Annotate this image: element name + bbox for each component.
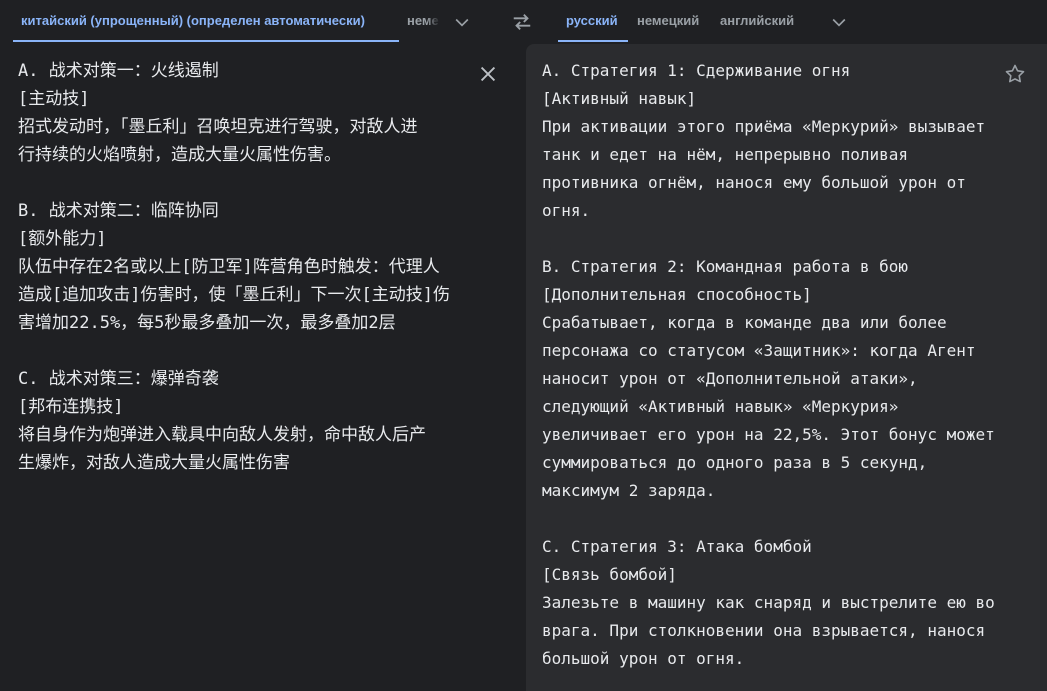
translation-panel: A. Стратегия 1: Сдерживание огня [Активн…	[526, 44, 1047, 691]
clear-source-close-icon[interactable]	[477, 63, 499, 85]
target-language-bar: русский немецкий английский	[558, 0, 1047, 44]
source-language-tab-german[interactable]: немецкий	[407, 0, 440, 42]
target-language-tab-english[interactable]: английский	[720, 0, 810, 42]
source-text-input[interactable]: A. 战术对策一：火线遏制 [主动技] 招式发动时，「墨丘利」召唤坦克进行驾驶，…	[18, 57, 450, 477]
translate-app: китайский (упрощенный) (определен автома…	[0, 0, 1047, 691]
source-language-dropdown-chevron-down-icon[interactable]	[452, 12, 472, 32]
target-language-tab-german[interactable]: немецкий	[637, 0, 712, 42]
swap-languages-icon[interactable]	[511, 11, 533, 33]
language-bar: китайский (упрощенный) (определен автома…	[0, 0, 1047, 44]
translation-output-text: A. Стратегия 1: Сдерживание огня [Активн…	[542, 61, 995, 668]
source-text-panel: A. 战术对策一：火线遏制 [主动技] 招式发动时，「墨丘利」召唤坦克进行驾驶，…	[0, 44, 510, 691]
target-language-tab-russian[interactable]: русский	[558, 0, 628, 42]
source-language-tab-detected[interactable]: китайский (упрощенный) (определен автома…	[13, 0, 399, 42]
target-language-dropdown-chevron-down-icon[interactable]	[829, 12, 849, 32]
source-language-bar: китайский (упрощенный) (определен автома…	[0, 0, 498, 44]
save-translation-star-icon[interactable]	[1003, 62, 1027, 86]
